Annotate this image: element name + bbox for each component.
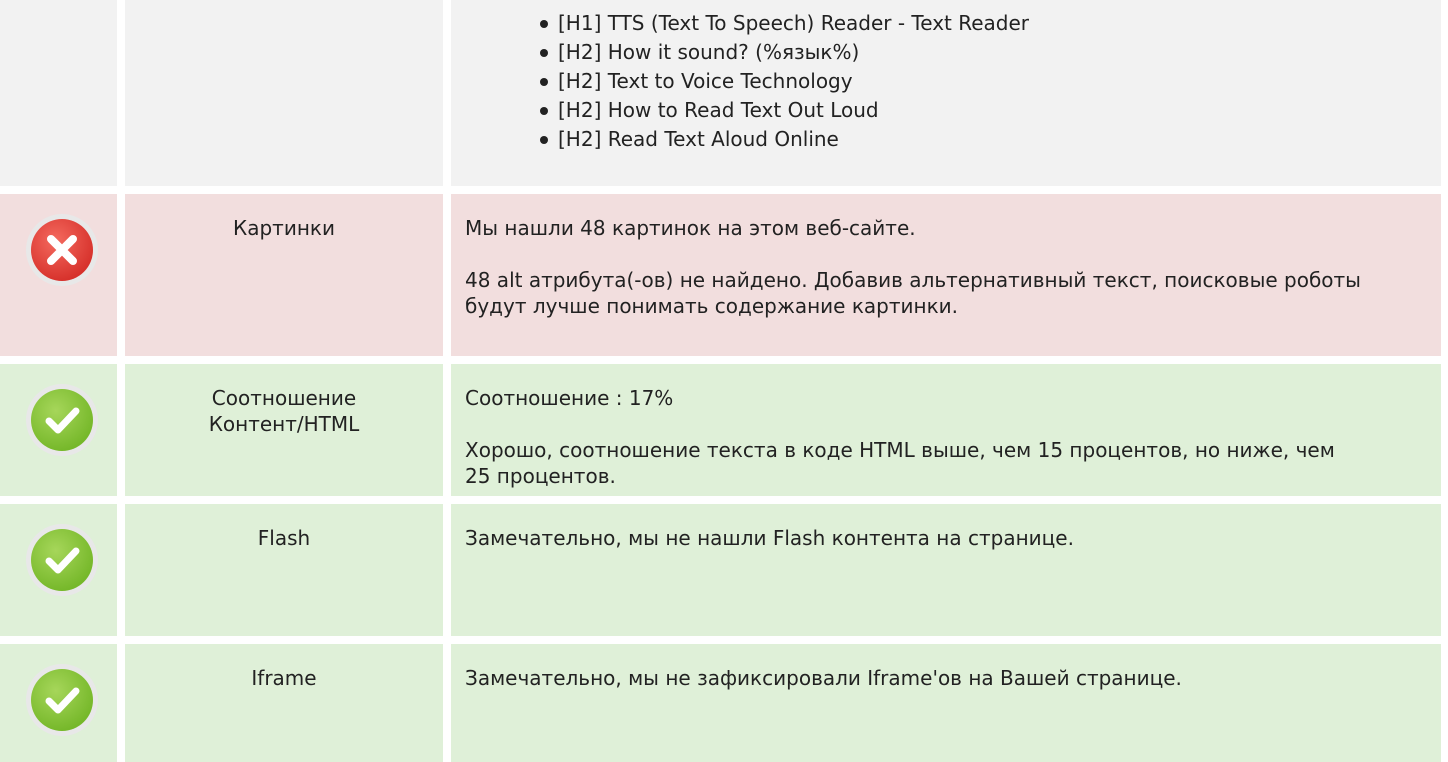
iframe-summary: Замечательно, мы не зафиксировали Iframe… bbox=[465, 666, 1182, 690]
ratio-content-cell: Соотношение : 17% Хорошо, соотношение те… bbox=[451, 364, 1441, 496]
heading-item: [H1] TTS (Text To Speech) Reader - Text … bbox=[540, 9, 1441, 38]
flash-label-cell: Flash bbox=[125, 504, 443, 636]
flash-summary: Замечательно, мы не нашли Flash контента… bbox=[465, 526, 1074, 550]
heading-item: [H2] How to Read Text Out Loud bbox=[540, 96, 1441, 125]
iframe-status-cell bbox=[0, 644, 117, 762]
headings-list: [H1] TTS (Text To Speech) Reader - Text … bbox=[451, 0, 1441, 154]
iframe-row: Iframe Замечательно, мы не зафиксировали… bbox=[0, 644, 1448, 762]
heading-item: [H2] How it sound? (%язык%) bbox=[540, 38, 1441, 67]
headings-icon-cell bbox=[0, 0, 117, 186]
ratio-status-cell bbox=[0, 364, 117, 496]
success-check-icon bbox=[26, 664, 98, 736]
ratio-label: Соотношение Контент/HTML bbox=[208, 386, 360, 436]
seo-report-table: [H1] TTS (Text To Speech) Reader - Text … bbox=[0, 0, 1448, 762]
ratio-advice: Хорошо, соотношение текста в коде HTML в… bbox=[465, 438, 1335, 488]
iframe-content-cell: Замечательно, мы не зафиксировали Iframe… bbox=[451, 644, 1441, 762]
images-label-cell: Картинки bbox=[125, 194, 443, 356]
iframe-label: Iframe bbox=[251, 666, 317, 690]
ratio-content: Соотношение : 17% Хорошо, соотношение те… bbox=[451, 364, 1441, 489]
ratio-value: Соотношение : 17% bbox=[465, 386, 674, 410]
ratio-row: Соотношение Контент/HTML Соотношение : 1… bbox=[0, 364, 1448, 496]
heading-item: [H2] Read Text Aloud Online bbox=[540, 125, 1441, 154]
images-content: Мы нашли 48 картинок на этом веб-сайте. … bbox=[451, 194, 1441, 319]
images-row: Картинки Мы нашли 48 картинок на этом ве… bbox=[0, 194, 1448, 356]
images-content-cell: Мы нашли 48 картинок на этом веб-сайте. … bbox=[451, 194, 1441, 356]
headings-label-cell bbox=[125, 0, 443, 186]
headings-row: [H1] TTS (Text To Speech) Reader - Text … bbox=[0, 0, 1448, 186]
success-check-icon bbox=[26, 384, 98, 456]
flash-content-cell: Замечательно, мы не нашли Flash контента… bbox=[451, 504, 1441, 636]
images-summary: Мы нашли 48 картинок на этом веб-сайте. bbox=[465, 216, 916, 240]
error-x-icon bbox=[26, 214, 98, 286]
flash-label: Flash bbox=[257, 526, 311, 550]
headings-content-cell: [H1] TTS (Text To Speech) Reader - Text … bbox=[451, 0, 1441, 186]
flash-status-cell bbox=[0, 504, 117, 636]
success-check-icon bbox=[26, 524, 98, 596]
flash-content: Замечательно, мы не нашли Flash контента… bbox=[451, 504, 1441, 551]
iframe-label-cell: Iframe bbox=[125, 644, 443, 762]
flash-row: Flash Замечательно, мы не нашли Flash ко… bbox=[0, 504, 1448, 636]
images-status-cell bbox=[0, 194, 117, 356]
ratio-label-cell: Соотношение Контент/HTML bbox=[125, 364, 443, 496]
iframe-content: Замечательно, мы не зафиксировали Iframe… bbox=[451, 644, 1441, 691]
heading-item: [H2] Text to Voice Technology bbox=[540, 67, 1441, 96]
images-label: Картинки bbox=[233, 216, 335, 240]
images-advice: 48 alt атрибута(-ов) не найдено. Добавив… bbox=[465, 268, 1361, 318]
